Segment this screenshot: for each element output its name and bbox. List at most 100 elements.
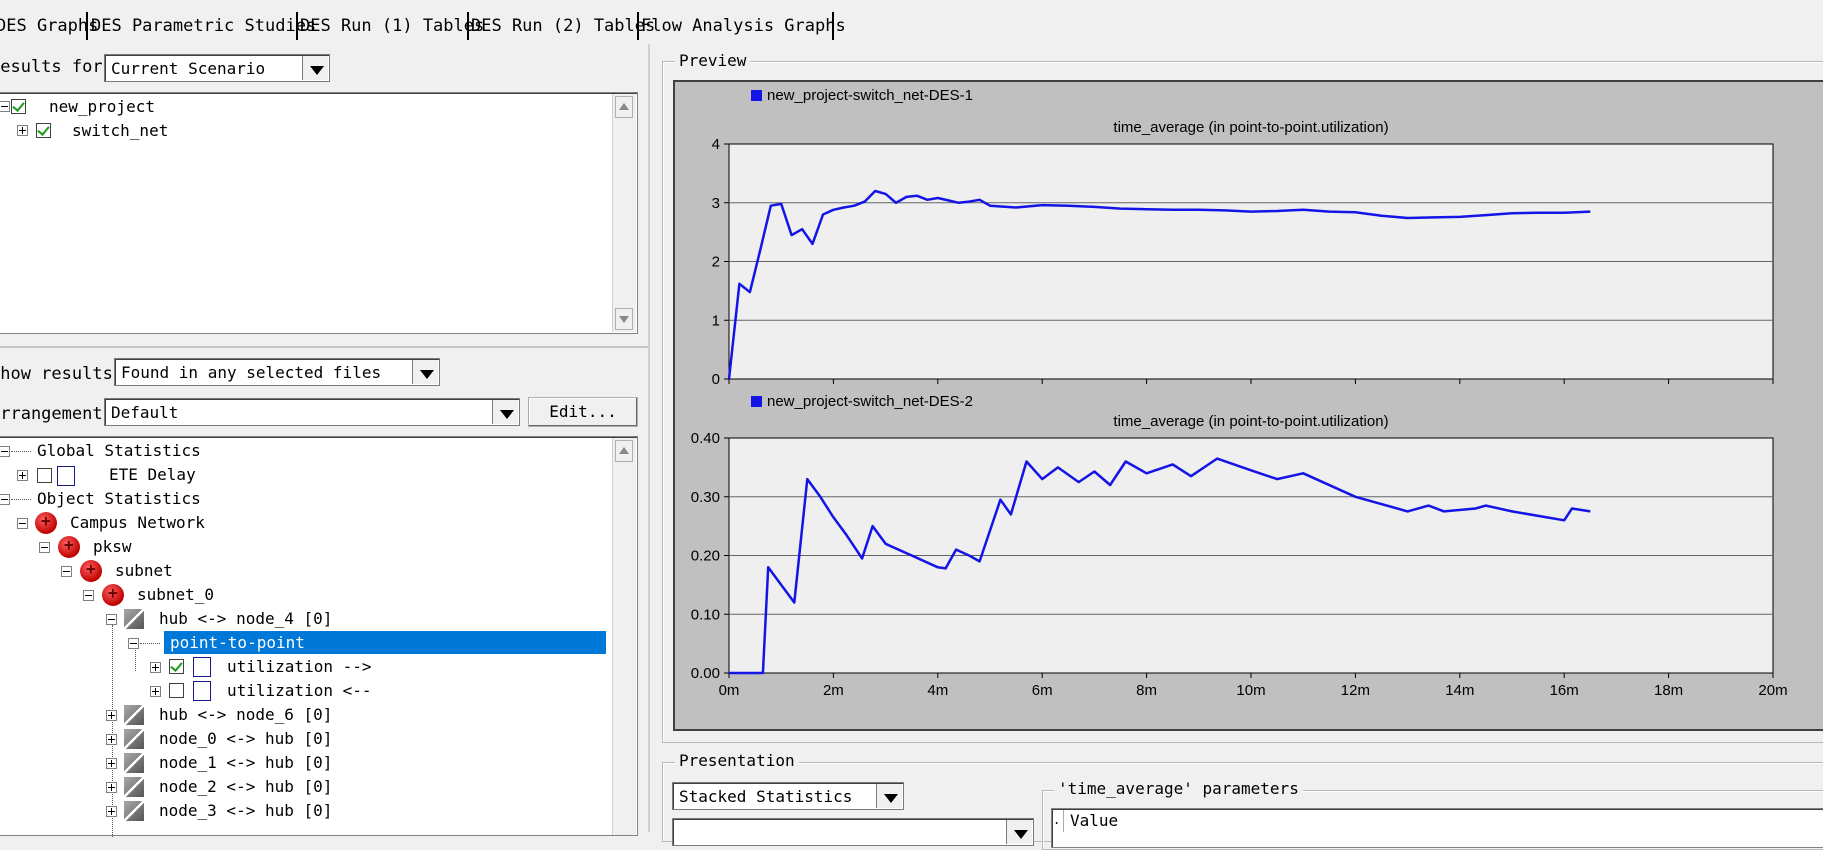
tree-line xyxy=(135,647,136,671)
parameters-title: 'time_average' parameters xyxy=(1054,779,1303,798)
tree-item-link[interactable]: hub <-> node_6 [0] xyxy=(159,703,332,727)
checkbox-ete-delay[interactable] xyxy=(37,468,52,483)
checkbox-switch-net[interactable] xyxy=(36,123,51,138)
legend-label: new_project-switch_net-DES-1 xyxy=(767,87,973,104)
project-tree[interactable]: new_project switch_net xyxy=(0,92,638,334)
table-row-handle: . xyxy=(1053,810,1064,832)
expand-icon[interactable] xyxy=(106,782,117,793)
x-tick-label: 14m xyxy=(1445,682,1474,699)
presentation-mode-select[interactable]: Stacked Statistics xyxy=(672,782,904,810)
show-results-select[interactable]: Found in any selected files xyxy=(114,358,440,386)
tree-item-point-to-point[interactable]: point-to-point xyxy=(170,631,305,655)
y-tick-label: 1 xyxy=(712,312,720,329)
arrangement-label: Arrangement: xyxy=(0,404,113,424)
parameters-table[interactable]: . Value xyxy=(1051,808,1823,848)
checkbox-utilization-in[interactable] xyxy=(169,683,184,698)
legend-swatch xyxy=(751,396,762,407)
x-tick-label: 12m xyxy=(1341,682,1370,699)
tree-line xyxy=(11,499,31,500)
tree-item-campus-network[interactable]: Campus Network xyxy=(70,511,205,535)
y-tick-label: 3 xyxy=(712,195,720,212)
splitter[interactable] xyxy=(0,346,648,348)
collapse-icon[interactable] xyxy=(0,494,10,505)
y-tick-label: 4 xyxy=(712,136,720,153)
collapse-icon[interactable] xyxy=(61,566,72,577)
expand-icon[interactable] xyxy=(17,125,28,136)
tab-separator xyxy=(86,12,88,40)
tree-item-link-hub-node4[interactable]: hub <-> node_4 [0] xyxy=(159,607,332,631)
arrangement-select[interactable]: Default xyxy=(104,398,520,426)
expand-icon[interactable] xyxy=(17,470,28,481)
tree-item-new-project[interactable]: new_project xyxy=(49,95,155,119)
expand-icon[interactable] xyxy=(106,806,117,817)
tree-item-link[interactable]: node_0 <-> hub [0] xyxy=(159,727,332,751)
x-tick-label: 16m xyxy=(1550,682,1579,699)
y-tick-label: 0.20 xyxy=(691,548,720,565)
expand-icon[interactable] xyxy=(150,686,161,697)
tree-item-utilization-in[interactable]: utilization <-- xyxy=(227,679,372,703)
checkbox-new-project[interactable] xyxy=(11,99,26,114)
chevron-down-icon[interactable] xyxy=(492,400,518,424)
collapse-icon[interactable] xyxy=(17,518,28,529)
tree-line xyxy=(140,643,160,644)
scroll-down-icon[interactable] xyxy=(615,308,633,330)
tree-item-link[interactable]: node_1 <-> hub [0] xyxy=(159,751,332,775)
link-icon xyxy=(124,801,144,821)
collapse-icon[interactable] xyxy=(106,614,117,625)
tree-item-global-statistics[interactable]: Global Statistics xyxy=(37,439,201,463)
network-node-icon xyxy=(58,535,80,558)
tree-item-utilization-out[interactable]: utilization --> xyxy=(227,655,372,679)
tree-item-pksw[interactable]: pksw xyxy=(93,535,132,559)
tab-flow-analysis-graphs[interactable]: Flow Analysis Graphs xyxy=(639,12,848,40)
tab-des-run-1-tables[interactable]: DES Run (1) Tables xyxy=(298,12,486,40)
expand-icon[interactable] xyxy=(106,758,117,769)
tree-item-ete-delay[interactable]: ETE Delay xyxy=(109,463,196,487)
scroll-up-icon[interactable] xyxy=(615,96,633,118)
expand-icon[interactable] xyxy=(106,734,117,745)
collapse-icon[interactable] xyxy=(83,590,94,601)
x-tick-label: 0m xyxy=(719,682,740,699)
results-for-label: Results for: xyxy=(0,57,113,77)
tree-item-subnet-0[interactable]: subnet_0 xyxy=(137,583,214,607)
link-icon xyxy=(124,609,144,629)
collapse-icon[interactable] xyxy=(0,446,10,457)
presentation-title: Presentation xyxy=(675,751,799,770)
x-tick-label: 2m xyxy=(823,682,844,699)
chevron-down-icon[interactable] xyxy=(876,784,902,808)
expand-icon[interactable] xyxy=(150,662,161,673)
edit-button[interactable]: Edit... xyxy=(528,397,638,427)
pane-splitter[interactable] xyxy=(648,44,650,832)
collapse-icon[interactable] xyxy=(128,638,139,649)
tab-des-run-2-tables[interactable]: DES Run (2) Tables xyxy=(469,12,657,40)
x-tick-label: 8m xyxy=(1136,682,1157,699)
tree-item-object-statistics[interactable]: Object Statistics xyxy=(37,487,201,511)
graph-icon xyxy=(193,657,211,677)
graph-icon xyxy=(57,466,75,486)
secondary-select[interactable] xyxy=(672,818,1034,846)
statistics-tree[interactable]: Global Statistics ETE Delay Object Stati… xyxy=(0,436,638,837)
statistics-tree-scrollbar[interactable] xyxy=(612,438,636,835)
y-tick-label: 0.40 xyxy=(691,430,720,447)
tree-item-switch-net[interactable]: switch_net xyxy=(72,119,168,143)
link-icon xyxy=(124,753,144,773)
project-tree-scrollbar[interactable] xyxy=(612,94,636,332)
presentation-mode-value: Stacked Statistics xyxy=(679,787,853,806)
tree-item-link[interactable]: node_2 <-> hub [0] xyxy=(159,775,332,799)
x-tick-label: 20m xyxy=(1758,682,1787,699)
chevron-down-icon[interactable] xyxy=(302,56,328,80)
results-for-select[interactable]: Current Scenario xyxy=(104,54,330,82)
y-tick-label: 0.30 xyxy=(691,489,720,506)
y-tick-label: 0 xyxy=(712,371,720,388)
collapse-icon[interactable] xyxy=(0,101,10,112)
tree-item-link[interactable]: node_3 <-> hub [0] xyxy=(159,799,332,823)
chevron-down-icon[interactable] xyxy=(412,360,438,384)
y-tick-label: 0.10 xyxy=(691,606,720,623)
y-tick-label: 0.00 xyxy=(691,665,720,682)
scroll-up-icon[interactable] xyxy=(615,440,633,462)
collapse-icon[interactable] xyxy=(39,542,50,553)
chevron-down-icon[interactable] xyxy=(1006,820,1032,844)
checkbox-utilization-out[interactable] xyxy=(169,659,184,674)
expand-icon[interactable] xyxy=(106,710,117,721)
tab-des-parametric-studies[interactable]: DES Parametric Studies xyxy=(89,12,318,40)
tree-item-subnet[interactable]: subnet xyxy=(115,559,173,583)
